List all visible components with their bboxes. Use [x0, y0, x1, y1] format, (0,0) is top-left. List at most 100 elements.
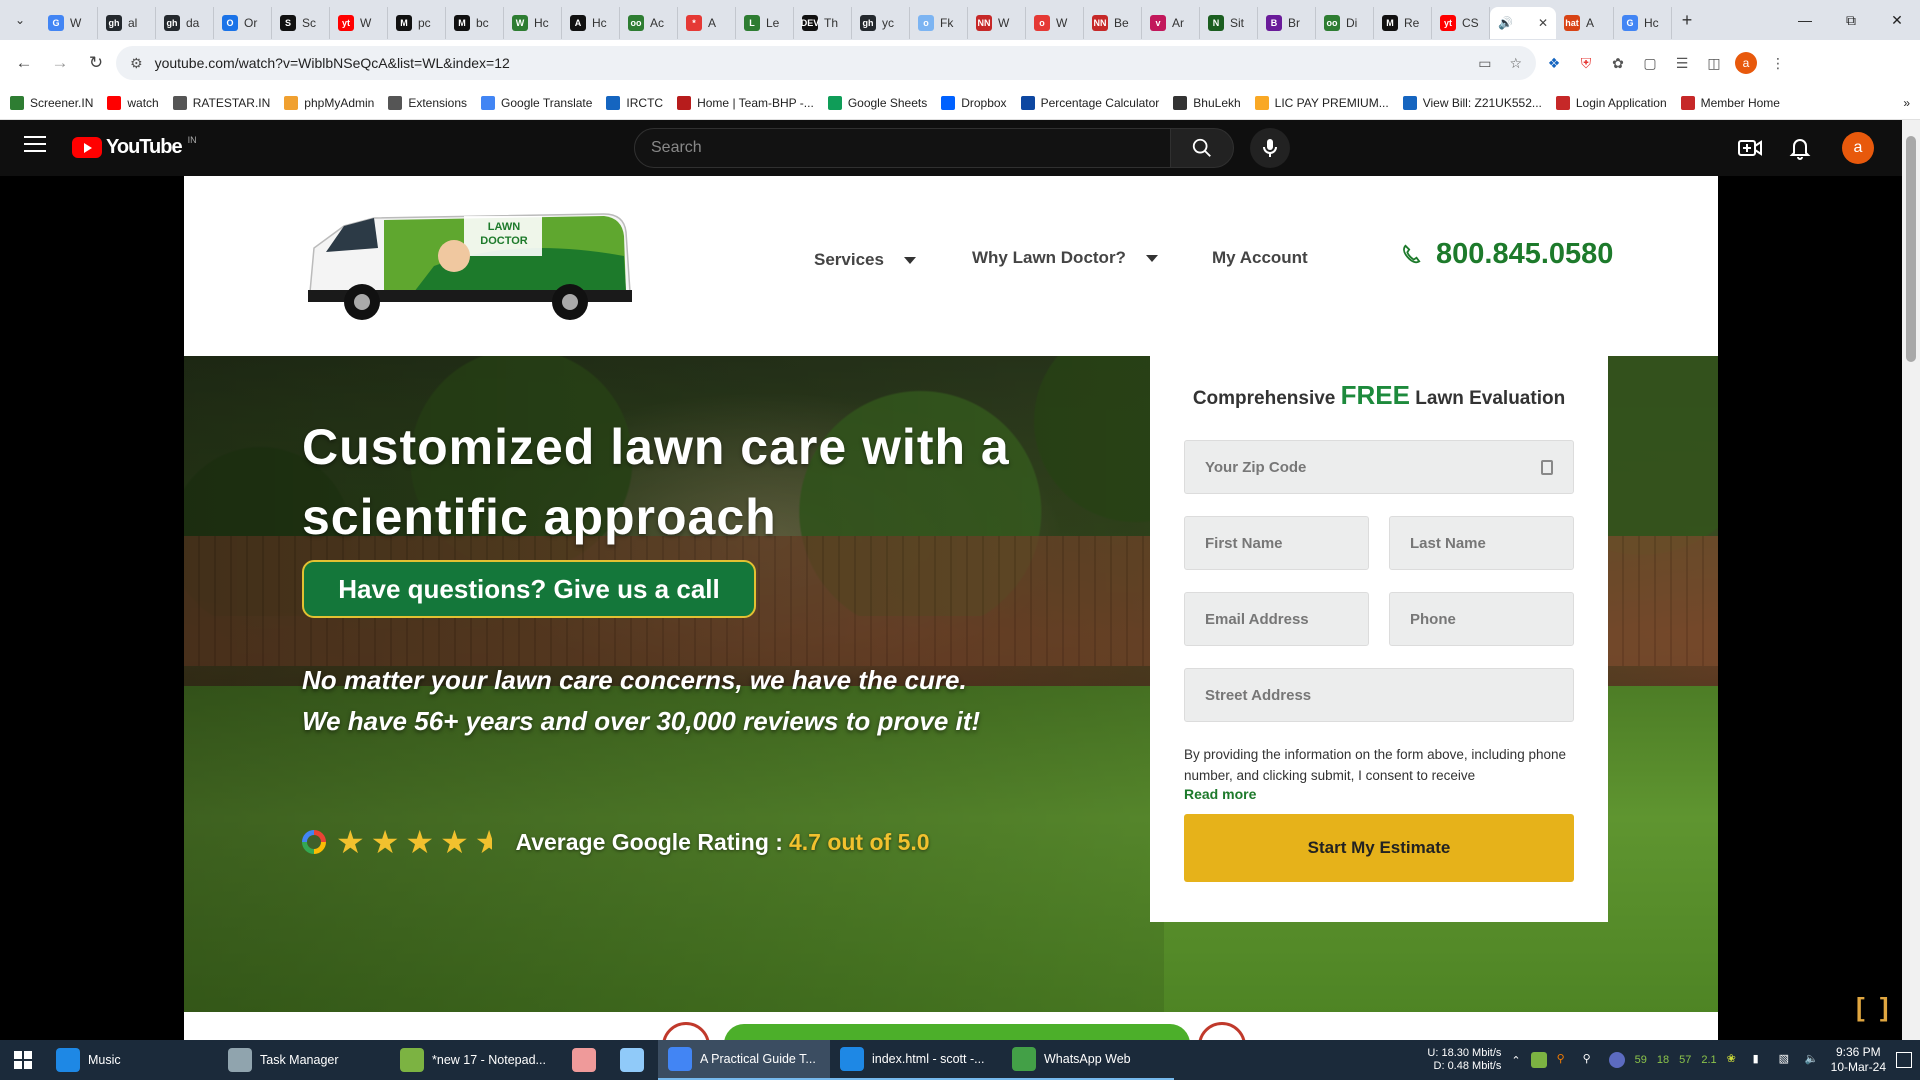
- close-window-button[interactable]: ✕: [1874, 12, 1920, 29]
- browser-tab[interactable]: oo Di: [1316, 7, 1374, 39]
- browser-tab[interactable]: oW: [1026, 7, 1084, 39]
- tray-app-icon[interactable]: [1530, 1052, 1547, 1068]
- autofill-icon[interactable]: [1541, 459, 1553, 475]
- search-tray-icon[interactable]: ⚲: [1557, 1052, 1573, 1068]
- bookmark-item[interactable]: Google Translate: [481, 95, 592, 110]
- bookmark-item[interactable]: watch: [107, 95, 159, 110]
- bookmark-item[interactable]: LIC PAY PREMIUM...: [1254, 95, 1389, 110]
- taskbar-app[interactable]: index.html - scott -...: [830, 1040, 1002, 1080]
- browser-tab[interactable]: Mbc: [446, 7, 504, 39]
- clock[interactable]: 9:36 PM 10-Mar-24: [1831, 1045, 1886, 1075]
- active-browser-tab[interactable]: 🔊 ✕: [1490, 7, 1556, 39]
- bookmark-item[interactable]: Screener.IN: [10, 95, 93, 110]
- browser-tab[interactable]: N Sit: [1200, 7, 1258, 39]
- back-button[interactable]: ←: [8, 47, 40, 79]
- first-name-field[interactable]: First Name: [1184, 516, 1369, 570]
- browser-tab[interactable]: hat A: [1556, 7, 1614, 39]
- start-estimate-button[interactable]: Start My Estimate: [1184, 814, 1574, 882]
- search-input[interactable]: Search: [634, 128, 1172, 168]
- extension-bug-icon[interactable]: ✿: [1604, 49, 1632, 77]
- ambient-mode-bracket-icon[interactable]: [ ]: [1856, 992, 1893, 1023]
- page-scrollbar[interactable]: [1902, 120, 1920, 1040]
- bookmark-item[interactable]: Dropbox: [941, 95, 1007, 110]
- battery-icon[interactable]: ▮: [1753, 1052, 1769, 1068]
- location-icon[interactable]: ⚲: [1583, 1052, 1599, 1068]
- browser-tab[interactable]: NN W: [968, 7, 1026, 39]
- bookmark-item[interactable]: View Bill: Z21UK552...: [1402, 95, 1542, 110]
- browser-tab[interactable]: gh da: [156, 7, 214, 39]
- more-bookmarks-chevron-icon[interactable]: »: [1903, 96, 1910, 110]
- speaker-icon[interactable]: 🔊: [1498, 16, 1513, 30]
- read-more-link[interactable]: Read more: [1184, 786, 1256, 802]
- browser-tab[interactable]: M Re: [1374, 7, 1432, 39]
- bookmark-item[interactable]: Percentage Calculator: [1020, 95, 1159, 110]
- extension-icon[interactable]: ❖: [1540, 49, 1568, 77]
- browser-tab[interactable]: gh al: [98, 7, 156, 39]
- last-name-field[interactable]: Last Name: [1389, 516, 1574, 570]
- bookmark-item[interactable]: Home | Team-BHP -...: [677, 95, 814, 110]
- taskbar-app[interactable]: *new 17 - Notepad...: [390, 1040, 562, 1080]
- browser-tab[interactable]: W Hc: [504, 7, 562, 39]
- zip-code-field[interactable]: Your Zip Code: [1184, 440, 1574, 494]
- browser-tab[interactable]: v Ar: [1142, 7, 1200, 39]
- browser-tab[interactable]: o Fk: [910, 7, 968, 39]
- new-tab-button[interactable]: +: [1672, 10, 1702, 31]
- voice-search-button[interactable]: [1250, 128, 1290, 168]
- bookmark-star-icon[interactable]: ☆: [1509, 55, 1522, 72]
- browser-tab[interactable]: S Sc: [272, 7, 330, 39]
- notifications-bell-icon[interactable]: [1786, 134, 1814, 162]
- browser-menu-icon[interactable]: ⋮: [1764, 49, 1792, 77]
- site-info-icon[interactable]: ⚙: [130, 55, 143, 72]
- taskbar-app[interactable]: Task Manager: [218, 1040, 390, 1080]
- scrollbar-thumb[interactable]: [1906, 136, 1916, 362]
- browser-tab[interactable]: GW: [40, 7, 98, 39]
- network-icon[interactable]: ▧: [1779, 1052, 1795, 1068]
- tray-globe-icon[interactable]: [1608, 1052, 1625, 1068]
- tray-leaf-icon[interactable]: ❀: [1727, 1052, 1743, 1068]
- notifications-icon[interactable]: [1896, 1052, 1912, 1068]
- street-address-field[interactable]: Street Address: [1184, 668, 1574, 722]
- browser-tab[interactable]: NN Be: [1084, 7, 1142, 39]
- tab-search-button[interactable]: ⌄: [0, 0, 40, 40]
- browser-tab[interactable]: yt CS: [1432, 7, 1490, 39]
- browser-tab[interactable]: Mpc: [388, 7, 446, 39]
- browser-tab[interactable]: * A: [678, 7, 736, 39]
- brave-shield-icon[interactable]: ⛨: [1572, 49, 1600, 77]
- browser-tab[interactable]: O Or: [214, 7, 272, 39]
- browser-tab[interactable]: oo Ac: [620, 7, 678, 39]
- media-control-icon[interactable]: ☰: [1668, 49, 1696, 77]
- phone-link[interactable]: 800.845.0580: [1400, 238, 1613, 271]
- browser-tab[interactable]: L Le: [736, 7, 794, 39]
- account-avatar[interactable]: a: [1842, 132, 1874, 164]
- call-us-button[interactable]: Have questions? Give us a call: [302, 560, 756, 618]
- side-panel-icon[interactable]: ◫: [1700, 49, 1728, 77]
- minimize-button[interactable]: —: [1782, 12, 1828, 29]
- taskbar-app[interactable]: [562, 1040, 610, 1080]
- extensions-puzzle-icon[interactable]: ▢: [1636, 49, 1664, 77]
- volume-icon[interactable]: 🔈: [1805, 1052, 1821, 1068]
- nav-services[interactable]: Services: [814, 250, 916, 270]
- phone-field[interactable]: Phone: [1389, 592, 1574, 646]
- taskbar-app[interactable]: WhatsApp Web: [1002, 1040, 1174, 1080]
- email-field[interactable]: Email Address: [1184, 592, 1369, 646]
- browser-tab[interactable]: gh yc: [852, 7, 910, 39]
- video-player[interactable]: LAWN DOCTOR Services Why Lawn Doctor? My…: [0, 176, 1902, 1040]
- bookmark-item[interactable]: IRCTC: [606, 95, 663, 110]
- show-hidden-icons-chevron-icon[interactable]: ⌃: [1511, 1054, 1520, 1067]
- bookmark-item[interactable]: Extensions: [388, 95, 467, 110]
- browser-tab[interactable]: A Hc: [562, 7, 620, 39]
- address-bar[interactable]: ⚙ youtube.com/watch?v=WiblbNSeQcA&list=W…: [116, 46, 1536, 80]
- bookmark-item[interactable]: phpMyAdmin: [284, 95, 374, 110]
- bookmark-item[interactable]: RATESTAR.IN: [172, 95, 270, 110]
- taskbar-app[interactable]: Music: [46, 1040, 218, 1080]
- browser-tab[interactable]: DEV Th: [794, 7, 852, 39]
- browser-tab[interactable]: G Hc: [1614, 7, 1672, 39]
- browser-tab[interactable]: yt W: [330, 7, 388, 39]
- nav-why-lawn-doctor[interactable]: Why Lawn Doctor?: [972, 248, 1158, 268]
- restore-button[interactable]: ⧉: [1828, 12, 1874, 29]
- taskbar-app[interactable]: A Practical Guide T...: [658, 1040, 830, 1080]
- forward-button[interactable]: →: [44, 47, 76, 79]
- nav-my-account[interactable]: My Account: [1212, 248, 1308, 268]
- bookmark-item[interactable]: BhuLekh: [1173, 95, 1241, 110]
- youtube-logo[interactable]: YouTube IN: [72, 135, 197, 159]
